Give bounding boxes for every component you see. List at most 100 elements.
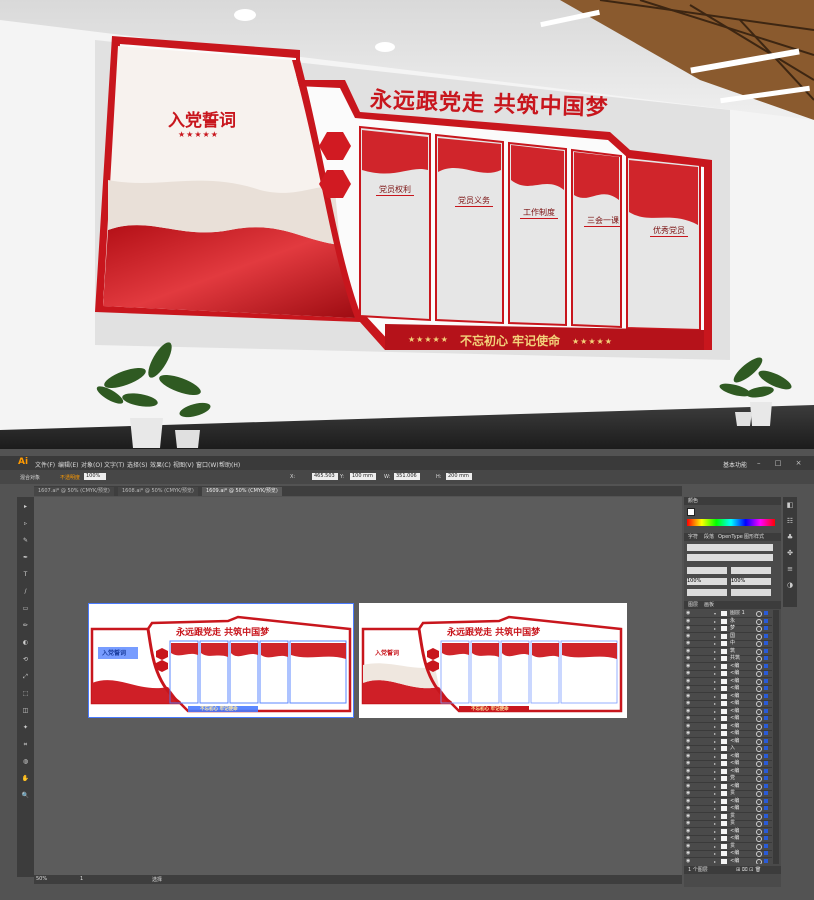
doc-tab[interactable]: 1608.ai* @ 50% (CMYK/预览) (118, 487, 198, 496)
target-circle-icon[interactable] (756, 753, 762, 760)
layer-name[interactable]: 梦 (730, 625, 735, 632)
selection-square-icon[interactable] (764, 843, 768, 848)
selection-square-icon[interactable] (764, 618, 768, 623)
visibility-eye-icon[interactable]: ◉ (686, 760, 690, 767)
selection-square-icon[interactable] (764, 791, 768, 795)
expand-arrow-icon[interactable]: ▸ (714, 663, 716, 670)
layer-name[interactable]: <编 (730, 753, 739, 760)
visibility-eye-icon[interactable]: ◉ (686, 798, 690, 805)
zoom-level[interactable]: 50% (36, 876, 47, 882)
selection-square-icon[interactable] (764, 686, 768, 690)
leading-field[interactable] (731, 567, 771, 574)
canvas[interactable]: 永远跟党走 共筑中国梦 入党誓词 不忘初心 牢记使命 永远跟党走 共筑中国梦 入… (34, 497, 682, 875)
visibility-eye-icon[interactable]: ◉ (686, 843, 690, 850)
expand-arrow-icon[interactable]: ▸ (714, 775, 716, 782)
graphic-style-tab[interactable]: 图形样式 (742, 533, 766, 541)
layer-name[interactable]: <编 (730, 685, 739, 692)
visibility-eye-icon[interactable]: ◉ (686, 700, 690, 707)
menu-select[interactable]: 选择(S) (127, 460, 148, 469)
tool-icon[interactable]: ✎ (20, 537, 31, 545)
target-circle-icon[interactable] (756, 858, 762, 864)
artboard-2[interactable]: 永远跟党走 共筑中国梦 入党誓词 不忘初心 牢记使命 (359, 603, 627, 718)
layer-name[interactable]: <编 (730, 783, 739, 790)
target-circle-icon[interactable] (756, 798, 762, 805)
color-tab[interactable]: 颜色 (686, 497, 700, 505)
menu-help[interactable]: 帮助(H) (219, 460, 240, 469)
visibility-eye-icon[interactable]: ◉ (686, 633, 690, 640)
visibility-eye-icon[interactable]: ◉ (686, 730, 690, 737)
visibility-eye-icon[interactable]: ◉ (686, 685, 690, 692)
color-spectrum[interactable] (687, 519, 775, 526)
expand-arrow-icon[interactable]: ▸ (714, 858, 716, 865)
selection-square-icon[interactable] (764, 633, 768, 638)
menu-effect[interactable]: 效果(C) (150, 460, 171, 469)
target-circle-icon[interactable] (756, 783, 762, 790)
layer-name[interactable]: 永 (730, 618, 735, 625)
tool-icon[interactable]: ⤢ (20, 673, 31, 681)
opacity-label[interactable]: 不透明度 (60, 474, 80, 481)
expand-arrow-icon[interactable]: ▾ (714, 610, 716, 617)
expand-arrow-icon[interactable]: ▸ (714, 768, 716, 775)
target-circle-icon[interactable] (756, 611, 762, 617)
expand-arrow-icon[interactable]: ▸ (714, 700, 716, 707)
expand-arrow-icon[interactable]: ▸ (714, 633, 716, 640)
layers-tab[interactable]: 图层 (686, 601, 700, 609)
layer-name[interactable]: 中 (730, 640, 735, 647)
symbols-icon[interactable]: ✤ (786, 549, 794, 557)
target-circle-icon[interactable] (756, 821, 762, 827)
selection-square-icon[interactable] (764, 648, 768, 653)
font-family-field[interactable] (687, 544, 773, 551)
stroke-icon[interactable]: ≡ (786, 565, 794, 573)
selection-square-icon[interactable] (764, 716, 768, 720)
selection-square-icon[interactable] (764, 783, 768, 788)
visibility-eye-icon[interactable]: ◉ (686, 820, 690, 827)
opacity-field[interactable]: 100% (84, 473, 106, 480)
visibility-eye-icon[interactable]: ◉ (686, 625, 690, 632)
font-size-field[interactable] (687, 567, 727, 574)
y-field[interactable]: 100 mm (350, 473, 376, 480)
expand-arrow-icon[interactable]: ▸ (714, 685, 716, 692)
target-circle-icon[interactable] (756, 746, 762, 752)
vertical-scale-field[interactable]: 100% (687, 578, 727, 585)
selection-square-icon[interactable] (764, 761, 768, 765)
visibility-eye-icon[interactable]: ◉ (686, 693, 690, 700)
tool-icon[interactable]: ✋ (20, 775, 31, 783)
layer-name[interactable]: <编 (730, 678, 739, 685)
visibility-eye-icon[interactable]: ◉ (686, 610, 690, 617)
tool-icon[interactable]: ⟲ (20, 656, 31, 664)
tool-icon[interactable]: 🔍 (20, 792, 31, 800)
expand-arrow-icon[interactable]: ▸ (714, 805, 716, 812)
artboards-tab[interactable]: 画板 (702, 601, 716, 609)
visibility-eye-icon[interactable]: ◉ (686, 783, 690, 790)
layer-name[interactable]: <编 (730, 670, 739, 677)
layer-row[interactable]: ◉ ▸ <编 (684, 858, 772, 865)
selection-square-icon[interactable] (764, 813, 768, 818)
selection-square-icon[interactable] (764, 851, 768, 855)
tool-icon[interactable]: ▭ (20, 605, 31, 613)
layer-name[interactable]: <编 (730, 700, 739, 707)
selection-square-icon[interactable] (764, 821, 768, 825)
tool-icon[interactable]: ⌗ (20, 741, 31, 749)
selection-square-icon[interactable] (764, 671, 768, 675)
visibility-eye-icon[interactable]: ◉ (686, 835, 690, 842)
expand-arrow-icon[interactable]: ▸ (714, 670, 716, 677)
layer-name[interactable]: <编 (730, 663, 739, 670)
w-field[interactable]: 351.006 (394, 473, 420, 480)
target-circle-icon[interactable] (756, 813, 762, 820)
selection-square-icon[interactable] (764, 776, 768, 780)
target-circle-icon[interactable] (756, 701, 762, 707)
menu-window[interactable]: 窗口(W) (196, 460, 219, 469)
workspace-switcher[interactable]: 基本功能 (723, 460, 747, 469)
target-circle-icon[interactable] (756, 731, 762, 737)
expand-arrow-icon[interactable]: ▸ (714, 850, 716, 857)
selection-square-icon[interactable] (764, 731, 768, 735)
tool-icon[interactable]: ⬚ (20, 690, 31, 698)
target-circle-icon[interactable] (756, 633, 762, 640)
tracking-field[interactable] (731, 589, 771, 596)
expand-arrow-icon[interactable]: ▸ (714, 715, 716, 722)
selection-square-icon[interactable] (764, 723, 768, 728)
selection-square-icon[interactable] (764, 701, 768, 705)
selection-square-icon[interactable] (764, 738, 768, 743)
selection-square-icon[interactable] (764, 708, 768, 713)
selection-square-icon[interactable] (764, 626, 768, 630)
